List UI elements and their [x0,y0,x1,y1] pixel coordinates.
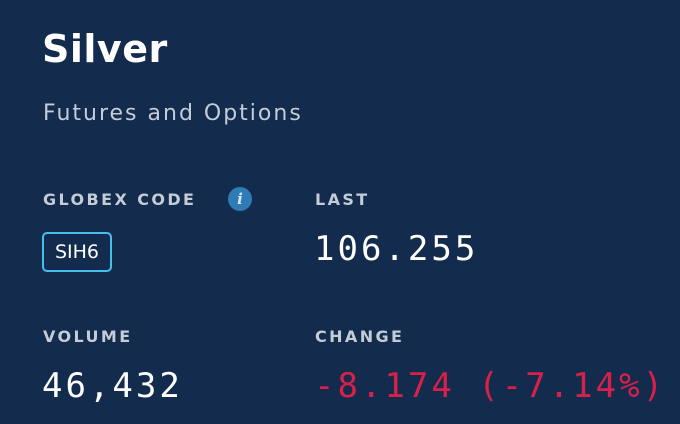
globex-code-badge: SIH6 [42,232,112,272]
volume-value: 46,432 [42,366,183,406]
product-title: Silver [42,27,168,71]
product-subtitle: Futures and Options [43,101,303,126]
change-value: -8.174 (-7.14%) [314,366,667,406]
last-label: LAST [315,190,370,209]
last-value: 106.255 [314,229,479,269]
info-icon[interactable]: i [228,187,252,211]
globex-code-label: GLOBEX CODE [43,190,197,209]
volume-label: VOLUME [43,327,133,346]
change-label: CHANGE [315,327,405,346]
